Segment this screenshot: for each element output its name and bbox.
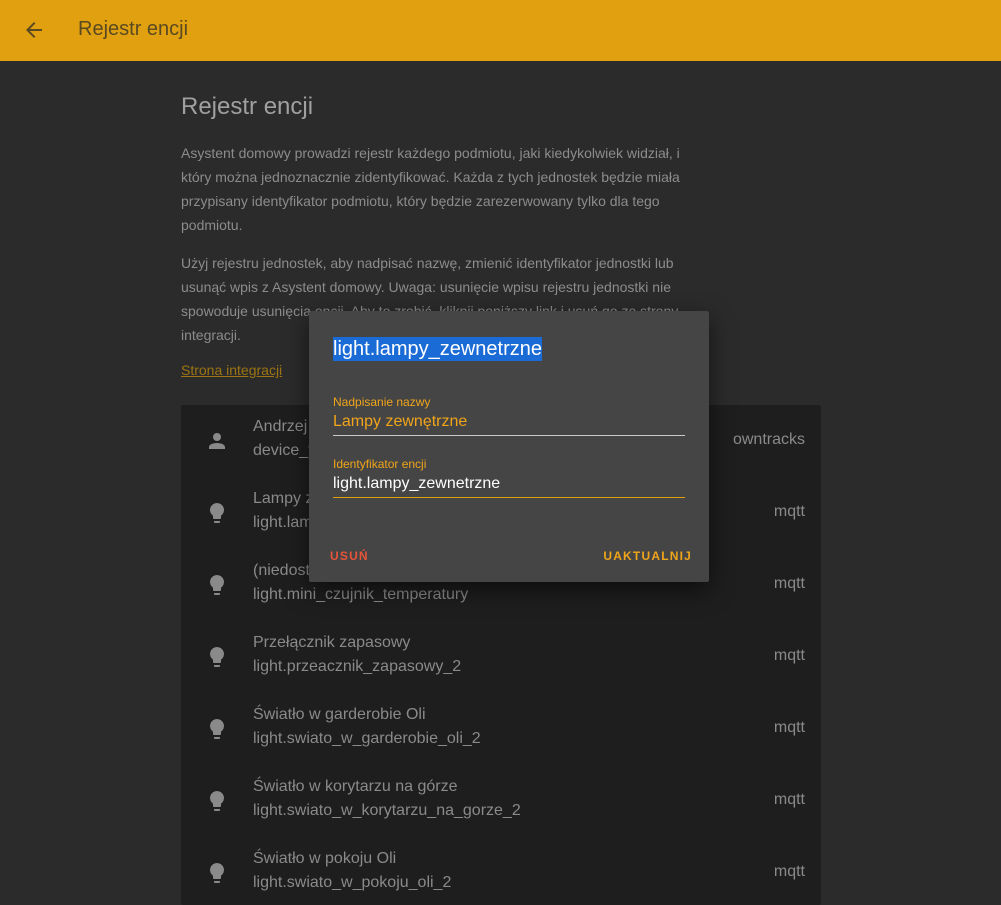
entity-platform: mqtt	[773, 503, 805, 520]
entity-platform: mqtt	[773, 719, 805, 736]
entity-platform: mqtt	[773, 791, 805, 808]
entity-platform: mqtt	[773, 863, 805, 880]
entity-platform: mqtt	[773, 575, 805, 592]
name-override-input[interactable]	[333, 411, 685, 436]
entity-row[interactable]: Światło w korytarzu na górze light.swiat…	[181, 765, 821, 837]
entity-id: device_t	[253, 442, 313, 459]
entity-id-label: Identyfikator encji	[333, 457, 427, 471]
entity-name: Andrzej	[253, 418, 308, 435]
intro-paragraph: Asystent domowy prowadzi rejestr każdego…	[181, 145, 680, 233]
page-title: Rejestr encji	[181, 93, 314, 120]
entity-id: light.mini_czujnik_temperatury	[253, 586, 469, 603]
entity-id: light.swiato_w_pokoju_oli_2	[253, 874, 452, 891]
entity-name: Lampy z	[253, 490, 314, 507]
entity-name: Światło w korytarzu na górze	[253, 778, 458, 795]
entity-id-input[interactable]	[333, 473, 685, 498]
dialog-title: light.lampy_zewnetrzne	[333, 337, 542, 361]
entity-id: light.lam	[253, 514, 313, 531]
app-toolbar: Rejestr encji	[0, 0, 1001, 61]
entity-row[interactable]: Przełącznik zapasowy light.przeacznik_za…	[181, 621, 821, 693]
account-icon	[209, 433, 225, 449]
lightbulb-icon	[210, 719, 224, 739]
lightbulb-icon	[210, 575, 224, 595]
integrations-link[interactable]: Strona integracji	[181, 362, 282, 378]
entity-platform: mqtt	[773, 647, 805, 664]
toolbar-title: Rejestr encji	[78, 18, 189, 40]
entity-name: Światło w garderobie Oli	[253, 706, 426, 723]
entity-id-field: Identyfikator encji	[333, 457, 685, 498]
entity-name: (niedost	[253, 562, 310, 579]
entity-platform: owntracks	[732, 431, 805, 448]
lightbulb-icon	[210, 503, 224, 523]
entity-name: Światło w pokoju Oli	[253, 850, 397, 867]
entity-row[interactable]: Światło w garderobie Oli light.swiato_w_…	[181, 693, 821, 765]
name-override-label: Nadpisanie nazwy	[333, 395, 431, 409]
arrow-left-icon[interactable]	[22, 18, 46, 42]
name-override-field: Nadpisanie nazwy	[333, 395, 685, 436]
lightbulb-icon	[210, 791, 224, 811]
delete-button[interactable]: USUŃ	[330, 549, 369, 563]
update-button[interactable]: UAKTUALNIJ	[603, 549, 692, 563]
entity-id: light.swiato_w_garderobie_oli_2	[253, 730, 481, 747]
entity-id: light.przeacznik_zapasowy_2	[253, 658, 462, 675]
lightbulb-icon	[210, 647, 224, 667]
lightbulb-icon	[210, 863, 224, 883]
entity-row[interactable]: Światło w pokoju Oli light.swiato_w_poko…	[181, 837, 821, 905]
entity-id: light.swiato_w_korytarzu_na_gorze_2	[253, 802, 521, 819]
entity-name: Przełącznik zapasowy	[253, 634, 411, 651]
entity-settings-dialog: light.lampy_zewnetrzne Nadpisanie nazwy …	[309, 311, 709, 582]
